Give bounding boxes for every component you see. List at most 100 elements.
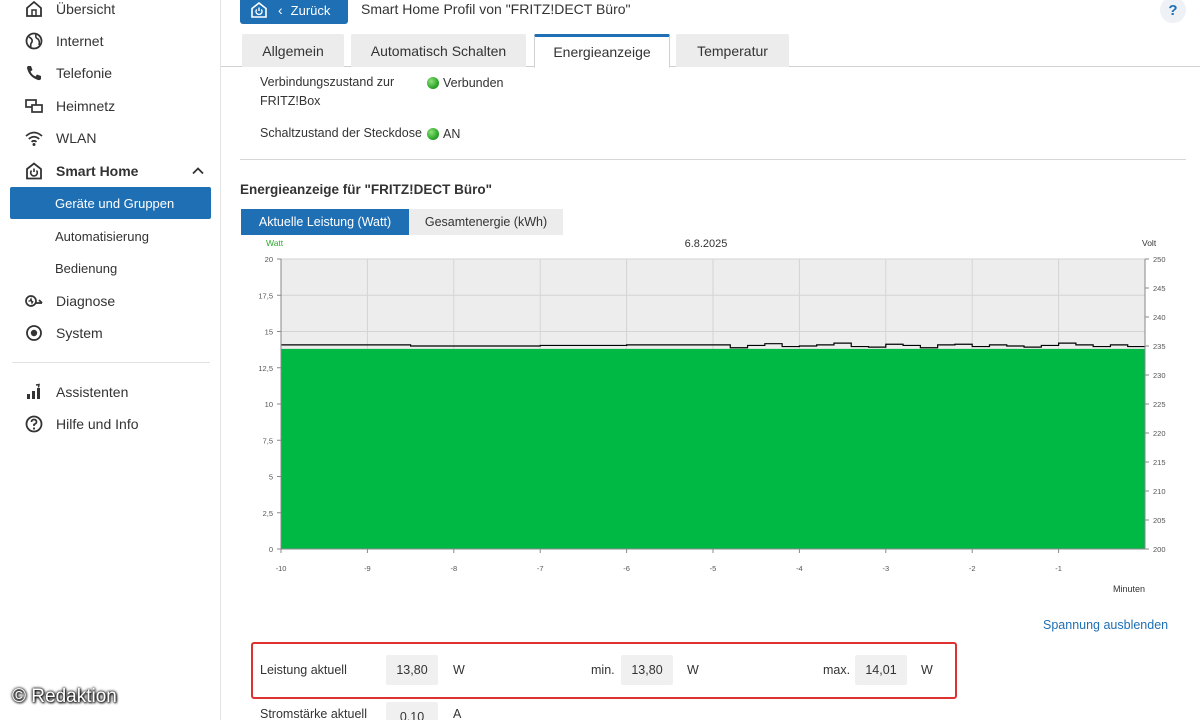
- network-icon: [23, 95, 45, 117]
- sidebar-item-smart-home[interactable]: Smart Home: [0, 157, 221, 185]
- sidebar-item-telefonie[interactable]: Telefonie: [0, 59, 221, 87]
- sidebar-item-label: Hilfe und Info: [56, 416, 139, 432]
- y2-tick-label: 220: [1153, 429, 1166, 438]
- sidebar-subitem-label: Bedienung: [55, 260, 118, 276]
- power-current-label: Leistung aktuell: [260, 663, 347, 677]
- y-tick-label: 2,5: [263, 509, 273, 518]
- sidebar-item-label: Internet: [56, 33, 104, 49]
- y-tick-label: 17,5: [258, 291, 273, 300]
- watermark: © Redaktion: [12, 686, 117, 707]
- sidebar-divider: [12, 362, 210, 363]
- switch-state-value: AN: [427, 125, 460, 144]
- sidebar-item-diagnose[interactable]: Diagnose: [0, 287, 221, 315]
- y2-tick-label: 245: [1153, 284, 1166, 293]
- y-tick-label: 12,5: [258, 364, 273, 373]
- system-icon: [23, 322, 45, 344]
- x-tick-label: -8: [450, 564, 457, 573]
- sidebar-item-label: Übersicht: [56, 1, 116, 17]
- home-icon: [23, 0, 45, 20]
- help-circle-icon: [23, 413, 45, 435]
- sidebar-item-label: Assistenten: [56, 384, 129, 400]
- sidebar-item-system[interactable]: System: [0, 319, 221, 347]
- x-tick-label: -5: [710, 564, 717, 573]
- tab-allgemein[interactable]: Allgemein: [242, 34, 344, 67]
- y-tick-label: 7,5: [263, 436, 273, 445]
- current-amp-label: Stromstärke aktuell: [260, 707, 367, 720]
- sidebar-subitem-automatisierung[interactable]: Automatisierung: [10, 220, 211, 252]
- back-button[interactable]: ‹ Zurück: [240, 0, 348, 24]
- sidebar-subitem-label: Geräte und Gruppen: [55, 195, 175, 211]
- y-tick-label: 5: [269, 473, 273, 482]
- y2-tick-label: 210: [1153, 487, 1166, 496]
- assistant-icon: [23, 381, 45, 403]
- y2-axis-label: Volt: [1142, 238, 1157, 248]
- status-ok-icon: [427, 77, 439, 89]
- help-icon[interactable]: ?: [1160, 0, 1186, 23]
- tab-gesamtenergie[interactable]: Gesamtenergie (kWh): [409, 209, 563, 235]
- divider: [240, 159, 1186, 160]
- y2-tick-label: 215: [1153, 458, 1166, 467]
- sidebar-item-uebersicht[interactable]: Übersicht: [0, 0, 221, 23]
- energy-section-title: Energieanzeige für "FRITZ!DECT Büro": [240, 182, 493, 197]
- current-amp-unit: A: [453, 707, 462, 720]
- sidebar-subitem-geraete-und-gruppen[interactable]: Geräte und Gruppen: [10, 187, 211, 219]
- power-chart: 0 2,5 5 7,5 10 12,5 15 17,5 20 200 205 210 215 220 225…: [240, 234, 1186, 604]
- sidebar-item-label: WLAN: [56, 130, 97, 146]
- sidebar-item-label: System: [56, 325, 103, 341]
- connection-status-label: Verbindungszustand zur FRITZ!Box: [260, 75, 395, 108]
- status-on-icon: [427, 128, 439, 140]
- sidebar-item-label: Heimnetz: [56, 98, 116, 114]
- chevron-up-icon[interactable]: [191, 164, 205, 178]
- y-tick-label: 20: [265, 255, 273, 264]
- chevron-left-icon: ‹: [278, 2, 283, 18]
- page-title: Smart Home Profil von "FRITZ!DECT Büro": [361, 1, 631, 17]
- y2-tick-label: 205: [1153, 516, 1166, 525]
- power-min-unit: W: [687, 663, 699, 677]
- y2-tick-label: 225: [1153, 400, 1166, 409]
- globe-icon: [23, 30, 45, 52]
- power-current-unit: W: [453, 663, 465, 677]
- toggle-voltage-link[interactable]: Spannung ausblenden: [1043, 618, 1168, 632]
- x-tick-label: -9: [364, 564, 371, 573]
- tab-aktuelle-leistung[interactable]: Aktuelle Leistung (Watt): [241, 209, 409, 235]
- tab-temperatur[interactable]: Temperatur: [676, 34, 789, 67]
- tab-automatisch-schalten[interactable]: Automatisch Schalten: [351, 34, 526, 67]
- power-chart-svg: 0 2,5 5 7,5 10 12,5 15 17,5 20 200 205 210 215 220 225…: [258, 238, 1166, 594]
- power-min-value: 13,80: [621, 655, 673, 685]
- y-tick-label: 10: [265, 400, 273, 409]
- wifi-icon: [23, 127, 45, 149]
- y-axis-label: Watt: [266, 238, 284, 248]
- sidebar-item-wlan[interactable]: WLAN: [0, 124, 221, 152]
- x-tick-label: -10: [276, 564, 287, 573]
- sidebar-item-heimnetz[interactable]: Heimnetz: [0, 92, 221, 120]
- series-watt-area: [281, 348, 1145, 549]
- sidebar: Übersicht Internet Telefonie Heimnetz WL…: [0, 0, 221, 720]
- y-tick-label: 15: [265, 328, 273, 337]
- current-amp-value: 0,10: [386, 702, 438, 720]
- tab-bar: Allgemein Automatisch Schalten Energiean…: [221, 34, 1200, 68]
- tab-energieanzeige[interactable]: Energieanzeige: [534, 34, 670, 68]
- x-tick-label: -1: [1055, 564, 1062, 573]
- sidebar-item-label: Diagnose: [56, 293, 116, 309]
- back-button-label: Zurück: [290, 2, 331, 18]
- x-tick-label: -3: [882, 564, 889, 573]
- y2-tick-label: 240: [1153, 313, 1166, 322]
- power-current-value: 13,80: [386, 655, 438, 685]
- y2-tick-label: 250: [1153, 255, 1166, 264]
- sidebar-item-assistenten[interactable]: Assistenten: [0, 378, 221, 406]
- sidebar-subitem-bedienung[interactable]: Bedienung: [10, 252, 211, 284]
- power-min-label: min.: [591, 663, 615, 677]
- switch-state-label: Schaltzustand der Steckdose: [260, 126, 422, 140]
- smart-home-icon: [23, 160, 45, 182]
- x-axis-label: Minuten: [1113, 584, 1145, 594]
- sidebar-item-label: Telefonie: [56, 65, 113, 81]
- smart-home-icon: [251, 1, 267, 18]
- x-tick-label: -7: [537, 564, 544, 573]
- sidebar-item-hilfe-und-info[interactable]: Hilfe und Info: [0, 410, 221, 438]
- x-tick-label: -6: [623, 564, 630, 573]
- sidebar-subitem-label: Automatisierung: [55, 228, 149, 244]
- y-tick-label: 0: [269, 545, 273, 554]
- y2-tick-label: 230: [1153, 371, 1166, 380]
- sidebar-item-internet[interactable]: Internet: [0, 27, 221, 55]
- y2-tick-label: 200: [1153, 545, 1166, 554]
